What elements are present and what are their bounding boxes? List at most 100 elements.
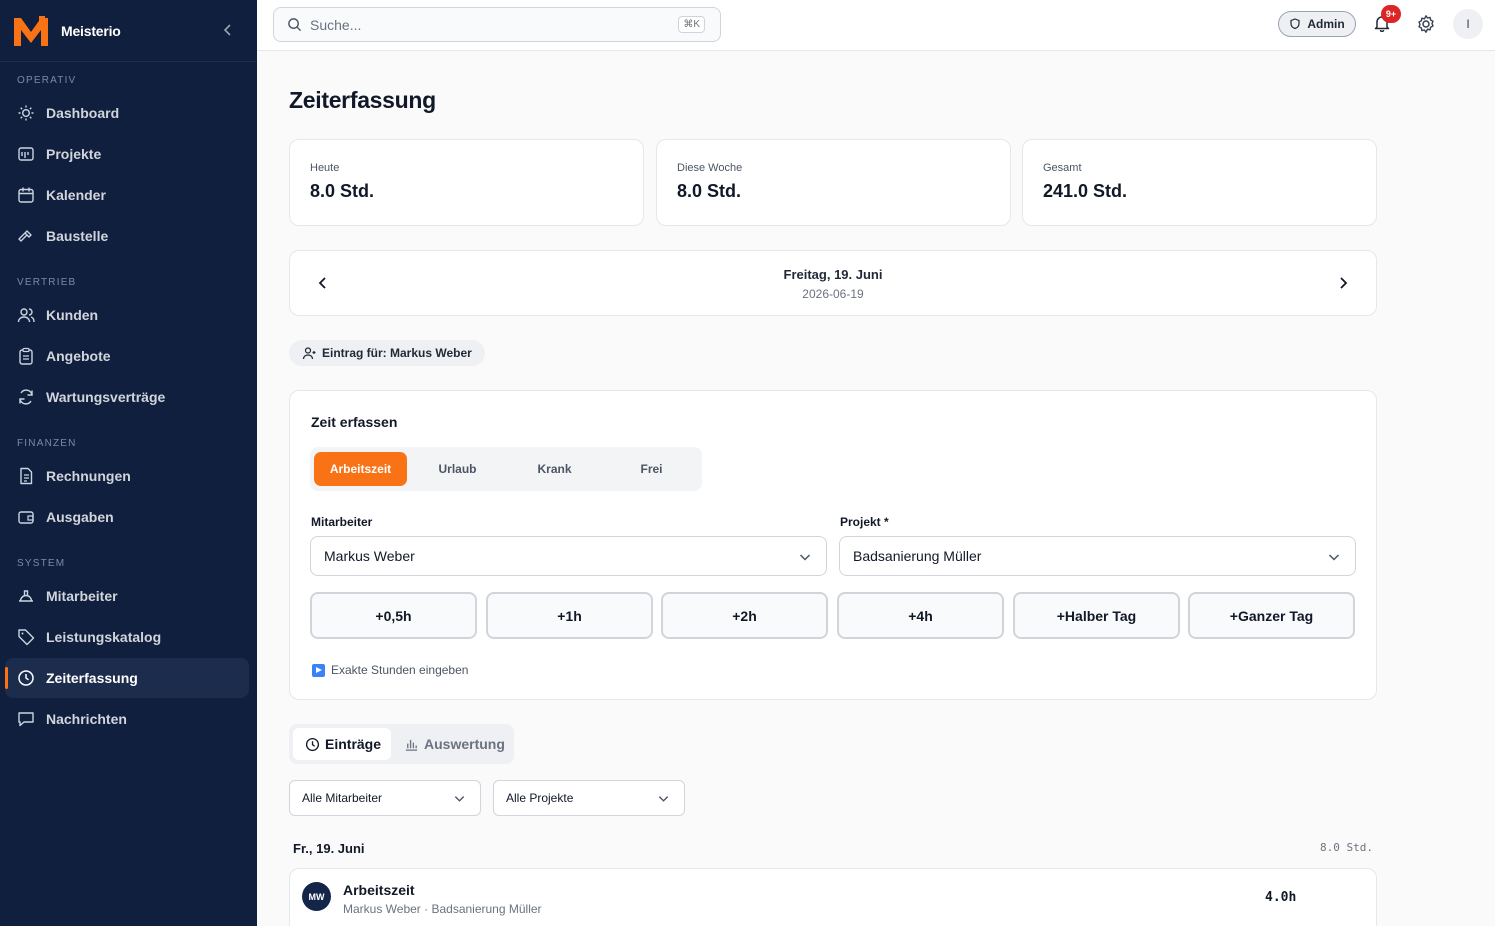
invoice-icon [20, 467, 33, 485]
employee-select[interactable]: Markus Weber [310, 536, 827, 576]
current-day: Freitag, 19. Juni [783, 267, 883, 282]
type-urlaub[interactable]: Urlaub [411, 452, 504, 486]
stat-card-total: Gesamt 241.0 Std. [1022, 139, 1377, 226]
topbar: ⌘K Admin 9+ I [257, 0, 1495, 51]
sidebar-item-ausgaben[interactable]: Ausgaben [5, 497, 249, 537]
gear-icon[interactable] [1416, 14, 1436, 34]
list-item[interactable]: MW Arbeitszeit Markus Weber · Badsanieru… [289, 868, 1377, 926]
sidebar-item-kunden[interactable]: Kunden [5, 295, 249, 335]
user-icon [302, 347, 316, 360]
sidebar-item-label: Angebote [46, 348, 111, 364]
sidebar-item-kalender[interactable]: Kalender [5, 175, 249, 215]
chevron-right-icon[interactable] [1335, 275, 1351, 291]
project-filter[interactable]: Alle Projekte [493, 780, 685, 816]
hammer-icon [18, 230, 32, 242]
wallet-icon [18, 511, 34, 524]
quick-add-2h[interactable]: +2h [661, 592, 828, 639]
section-label-system: SYSTEM [17, 558, 66, 569]
stat-value: 241.0 Std. [1043, 181, 1128, 201]
sidebar-item-mitarbeiter[interactable]: Mitarbeiter [5, 576, 249, 616]
section-label-vertrieb: VERTRIEB [17, 277, 77, 288]
sidebar-item-label: Kalender [46, 187, 106, 203]
stat-label: Gesamt [1043, 162, 1082, 174]
sidebar: Meisterio OPERATIV Dashboard Projekte Ka… [0, 0, 257, 926]
shield-icon [1290, 18, 1300, 30]
meisterio-logo-icon [14, 15, 48, 46]
message-icon [18, 712, 34, 727]
tab-label: Einträge [325, 736, 382, 752]
search-icon [288, 18, 302, 32]
quick-add-half-hour[interactable]: +0,5h [310, 592, 477, 639]
entry-type-switch: Arbeitszeit Urlaub Krank Frei [310, 447, 702, 491]
sidebar-item-projekte[interactable]: Projekte [5, 134, 249, 174]
user-avatar[interactable]: I [1453, 9, 1483, 39]
time-capture-card: Zeit erfassen Arbeitszeit Urlaub Krank F… [289, 390, 1377, 700]
quick-add-1h[interactable]: +1h [486, 592, 653, 639]
search-box[interactable]: ⌘K [273, 7, 721, 42]
stat-card-week: Diese Woche 8.0 Std. [656, 139, 1011, 226]
tab-auswertung[interactable]: Auswertung [392, 728, 515, 760]
project-filter-value: Alle Projekte [506, 791, 574, 805]
role-label: Admin [1307, 17, 1345, 31]
clipboard-icon [19, 347, 33, 365]
date-navigator: Freitag, 19. Juni 2026-06-19 [289, 250, 1377, 316]
search-input[interactable] [310, 16, 650, 33]
sidebar-item-label: Dashboard [46, 105, 120, 121]
sidebar-item-baustelle[interactable]: Baustelle [5, 216, 249, 256]
exact-hours-label: Exakte Stunden eingeben [331, 663, 469, 677]
page-title: Zeiterfassung [289, 87, 436, 113]
sidebar-item-label: Nachrichten [46, 711, 127, 727]
stat-label: Diese Woche [677, 162, 743, 174]
section-label-operativ: OPERATIV [17, 75, 77, 86]
brand[interactable]: Meisterio [0, 0, 257, 62]
tag-icon [18, 629, 35, 646]
clock-icon [305, 737, 320, 751]
tab-eintraege[interactable]: Einträge [293, 728, 392, 760]
bar-chart-icon [405, 739, 418, 751]
type-krank[interactable]: Krank [508, 452, 601, 486]
sidebar-item-zeiterfassung[interactable]: Zeiterfassung [5, 658, 249, 698]
sidebar-item-angebote[interactable]: Angebote [5, 336, 249, 376]
project-value: Badsanierung Müller [853, 548, 982, 564]
search-shortcut: ⌘K [678, 16, 705, 33]
quick-add-full-day[interactable]: +Ganzer Tag [1188, 592, 1355, 639]
sidebar-item-label: Zeiterfassung [46, 670, 138, 686]
capture-title: Zeit erfassen [311, 414, 398, 430]
sidebar-item-label: Leistungskatalog [46, 629, 162, 645]
exact-hours-toggle[interactable]: Exakte Stunden eingeben [312, 663, 468, 677]
sidebar-item-label: Rechnungen [46, 468, 131, 484]
chevron-left-icon[interactable] [220, 22, 236, 38]
sidebar-item-label: Projekte [46, 146, 102, 162]
stat-value: 8.0 Std. [677, 181, 742, 201]
role-badge[interactable]: Admin [1278, 11, 1356, 37]
notification-badge: 9+ [1381, 5, 1401, 23]
users-icon [17, 308, 35, 323]
entry-for-chip[interactable]: Eintrag für: Markus Weber [289, 340, 485, 366]
sidebar-item-rechnungen[interactable]: Rechnungen [5, 456, 249, 496]
sidebar-item-label: Mitarbeiter [46, 588, 118, 604]
sidebar-item-label: Wartungsverträge [46, 389, 166, 405]
quick-add-4h[interactable]: +4h [837, 592, 1004, 639]
employee-filter[interactable]: Alle Mitarbeiter [289, 780, 481, 816]
clock-icon [18, 670, 34, 686]
quick-add-half-day[interactable]: +Halber Tag [1013, 592, 1180, 639]
sidebar-item-nachrichten[interactable]: Nachrichten [5, 699, 249, 739]
tab-label: Auswertung [424, 736, 505, 752]
refresh-icon [19, 389, 33, 405]
chevron-down-icon [454, 796, 465, 802]
stat-card-today: Heute 8.0 Std. [289, 139, 644, 226]
hardhat-icon [19, 590, 33, 602]
projects-icon [18, 147, 34, 161]
sidebar-item-wartungsvertraege[interactable]: Wartungsverträge [5, 377, 249, 417]
sidebar-item-leistungskatalog[interactable]: Leistungskatalog [5, 617, 249, 657]
project-label: Projekt * [840, 515, 889, 529]
project-select[interactable]: Badsanierung Müller [839, 536, 1356, 576]
type-arbeitszeit[interactable]: Arbeitszeit [314, 452, 407, 486]
stat-label: Heute [310, 162, 340, 174]
entry-subtitle: Markus Weber · Badsanierung Müller [343, 902, 542, 916]
sidebar-item-label: Kunden [46, 307, 99, 323]
brand-name: Meisterio [61, 22, 121, 39]
sidebar-item-dashboard[interactable]: Dashboard [5, 93, 249, 133]
type-frei[interactable]: Frei [605, 452, 698, 486]
calendar-icon [18, 187, 34, 203]
